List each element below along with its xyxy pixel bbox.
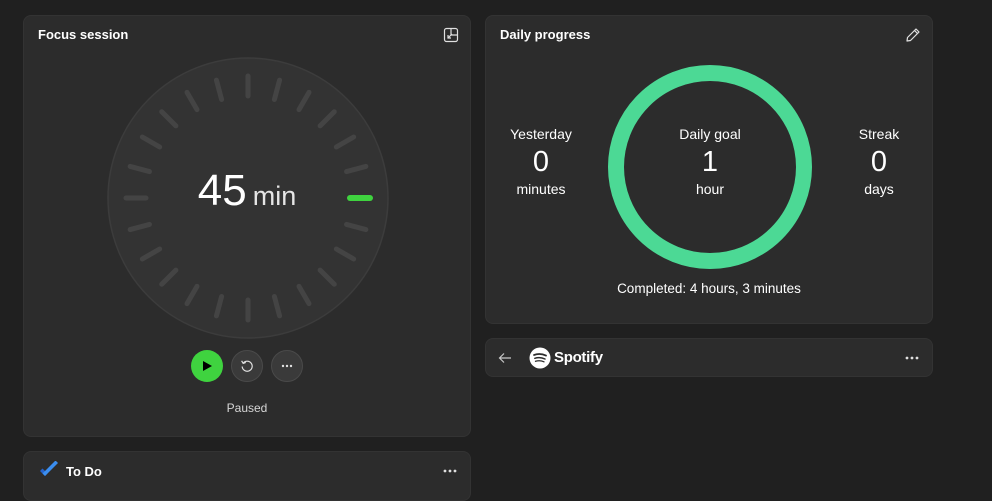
spotify-widget: Spotify <box>485 338 933 377</box>
timer-dial[interactable] <box>104 54 392 342</box>
reset-button[interactable] <box>231 350 263 382</box>
yesterday-unit: minutes <box>516 181 566 197</box>
streak-label: Streak <box>858 126 900 142</box>
session-status: Paused <box>226 401 268 415</box>
yesterday-value: 0 <box>532 146 550 178</box>
spotify-logo-icon <box>529 347 551 369</box>
completed-summary: Completed: 4 hours, 3 minutes <box>617 281 801 296</box>
pencil-icon[interactable] <box>904 26 922 44</box>
yesterday-label: Yesterday <box>510 126 572 142</box>
reset-icon <box>241 360 253 372</box>
play-icon <box>203 361 212 371</box>
more-options-button[interactable] <box>271 350 303 382</box>
yesterday-stat: Yesterday 0 minutes <box>491 126 591 197</box>
streak-unit: days <box>864 181 894 197</box>
streak-stat: Streak 0 days <box>829 126 929 197</box>
focus-session-title: Focus session <box>38 27 129 42</box>
back-arrow-icon[interactable] <box>496 349 514 367</box>
more-icon <box>281 364 293 368</box>
more-icon[interactable] <box>440 462 460 480</box>
daily-goal-unit: hour <box>695 181 725 197</box>
more-icon[interactable] <box>902 349 922 367</box>
spotify-name: Spotify <box>554 349 603 366</box>
todo-widget: To Do <box>23 451 471 501</box>
daily-goal-stat: Daily goal 1 hour <box>660 126 760 197</box>
todo-title: To Do <box>66 464 102 479</box>
play-button[interactable] <box>191 350 223 382</box>
todo-check-icon <box>40 461 58 476</box>
daily-goal-value: 1 <box>701 146 719 178</box>
daily-progress-widget: Daily progress Yesterday 0 minutes Daily… <box>485 15 933 324</box>
expand-icon[interactable] <box>442 26 460 44</box>
focus-session-widget: Focus session 45 min Paused <box>23 15 471 437</box>
daily-progress-title: Daily progress <box>500 27 591 42</box>
streak-value: 0 <box>870 146 888 178</box>
daily-goal-label: Daily goal <box>679 126 741 142</box>
